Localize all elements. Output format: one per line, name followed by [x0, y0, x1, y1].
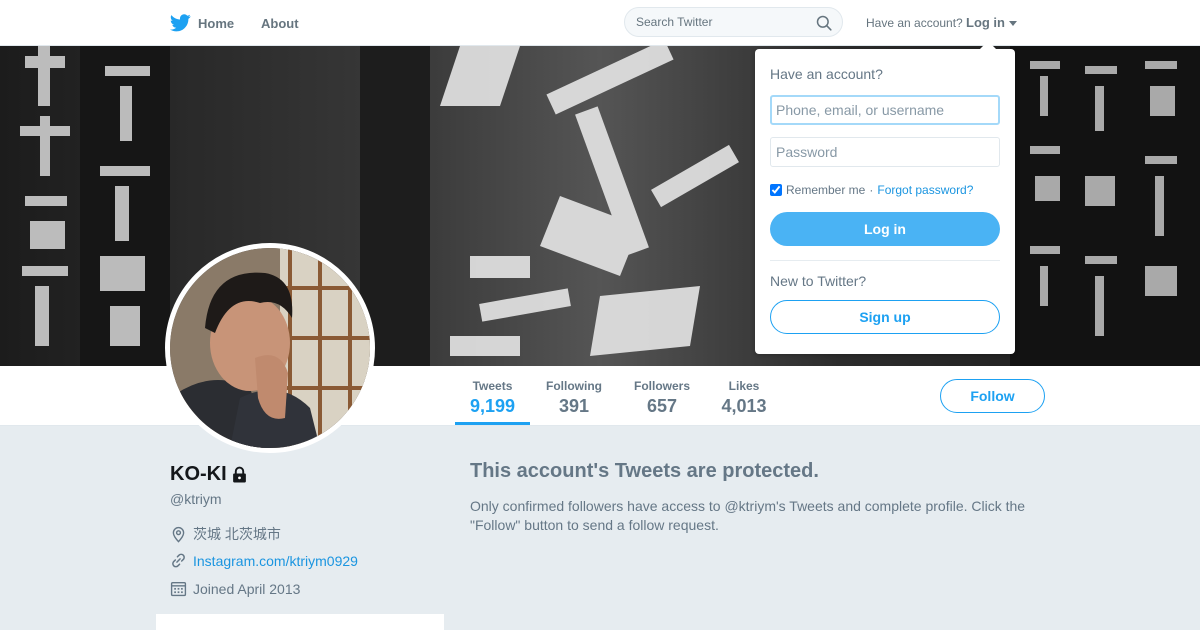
login-dropdown: Have an account? Remember me · Forgot pa… — [755, 41, 1015, 354]
profile-website-link[interactable]: Instagram.com/ktriym0929 — [193, 553, 358, 569]
profile-location-text: 茨城 北茨城市 — [193, 526, 281, 542]
remember-label: Remember me — [786, 183, 866, 197]
search-icon[interactable] — [816, 15, 832, 31]
stat-following-value: 391 — [558, 396, 590, 416]
dropdown-divider — [770, 260, 1000, 261]
nav-home-link[interactable]: Home — [170, 12, 234, 34]
protected-body: Only confirmed followers have access to … — [470, 498, 1026, 533]
password-input[interactable] — [770, 137, 1000, 167]
forgot-password-link[interactable]: Forgot password? — [877, 183, 973, 197]
twitter-bird-icon — [170, 14, 191, 32]
calendar-icon — [170, 581, 187, 597]
stat-following-label: Following — [546, 379, 602, 393]
stat-likes-label: Likes — [728, 379, 760, 393]
stat-followers-label: Followers — [633, 379, 690, 393]
profile-joined-text: Joined April 2013 — [193, 580, 301, 597]
profile-name-text: KO-KI — [170, 463, 227, 485]
search-box — [624, 7, 843, 37]
stat-tweets-label: Tweets — [472, 379, 513, 393]
new-to-twitter-text: New to Twitter? — [770, 273, 867, 289]
profile-website: Instagram.com/ktriym0929 — [170, 552, 358, 569]
profile-joined: Joined April 2013 — [170, 580, 300, 597]
protected-title: This account's Tweets are protected. — [470, 460, 819, 482]
remember-checkbox[interactable] — [770, 184, 782, 196]
top-navigation-bar: Home About Have an account? Log in — [0, 0, 1200, 46]
username-input[interactable] — [770, 95, 1000, 125]
login-submit-button[interactable]: Log in — [770, 212, 1000, 246]
stat-tweets[interactable]: Tweets 9,199 — [455, 366, 530, 425]
remember-row: Remember me · Forgot password? — [770, 183, 973, 197]
sidebar-card — [156, 614, 444, 630]
avatar-photo — [170, 248, 370, 448]
profile-name: KO-KI — [170, 463, 248, 486]
profile-location: 茨城 北茨城市 — [170, 524, 281, 544]
follow-button[interactable]: Follow — [940, 379, 1045, 413]
nav-home-label: Home — [198, 15, 235, 31]
signup-button[interactable]: Sign up — [770, 300, 1000, 334]
location-pin-icon — [172, 526, 185, 543]
stat-following[interactable]: Following 391 — [540, 366, 608, 425]
profile-handle: @ktriym — [170, 491, 222, 507]
login-dropdown-toggle[interactable]: Log in — [966, 15, 1017, 30]
login-prompt-text: Have an account? — [866, 16, 963, 30]
search-input[interactable] — [636, 14, 806, 30]
login-dropdown-title: Have an account? — [770, 66, 883, 82]
stat-likes-value: 4,013 — [721, 396, 767, 416]
remember-separator: · — [869, 183, 874, 197]
link-icon — [172, 553, 185, 568]
stat-likes[interactable]: Likes 4,013 — [716, 366, 772, 425]
caret-down-icon — [1009, 20, 1017, 26]
stat-followers-value: 657 — [646, 396, 678, 416]
nav-about-link[interactable]: About — [261, 16, 299, 31]
stat-tweets-value: 9,199 — [469, 396, 516, 416]
lock-icon — [232, 466, 246, 483]
stat-followers[interactable]: Followers 657 — [628, 366, 696, 425]
login-toggle-label: Log in — [966, 15, 1005, 30]
avatar[interactable] — [165, 243, 375, 453]
